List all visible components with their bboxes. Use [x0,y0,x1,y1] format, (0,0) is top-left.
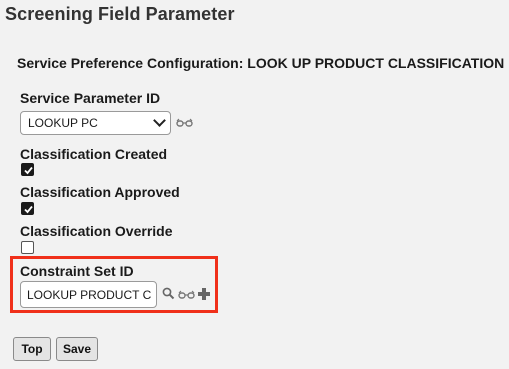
page-title: Screening Field Parameter [5,4,235,24]
glasses-icon[interactable] [176,118,193,128]
classification-override-checkbox[interactable] [21,241,34,254]
plus-icon[interactable] [197,287,211,301]
glasses-icon[interactable] [178,290,195,300]
service-parameter-id-label: Service Parameter ID [20,90,161,106]
constraint-set-id-value: LOOKUP PRODUCT C [27,287,152,302]
classification-approved-label: Classification Approved [20,184,180,200]
section-title: Service Preference Configuration: LOOK U… [17,55,505,71]
classification-approved-checkbox[interactable] [21,202,34,215]
save-button[interactable]: Save [56,337,98,361]
constraint-set-id-label: Constraint Set ID [20,263,134,279]
classification-override-label: Classification Override [20,223,173,239]
chevron-down-icon [153,114,166,127]
service-parameter-id-select[interactable]: LOOKUP PC [20,111,171,135]
service-parameter-id-value: LOOKUP PC [28,116,98,130]
search-icon[interactable] [162,287,175,300]
checkmark-icon [24,166,33,175]
classification-created-checkbox[interactable] [21,163,34,176]
constraint-set-id-input[interactable]: LOOKUP PRODUCT C [20,281,157,308]
top-button[interactable]: Top [13,337,51,361]
checkmark-icon [24,205,33,214]
classification-created-label: Classification Created [20,146,168,162]
screening-field-parameter-page: Screening Field Parameter Service Prefer… [0,0,509,369]
